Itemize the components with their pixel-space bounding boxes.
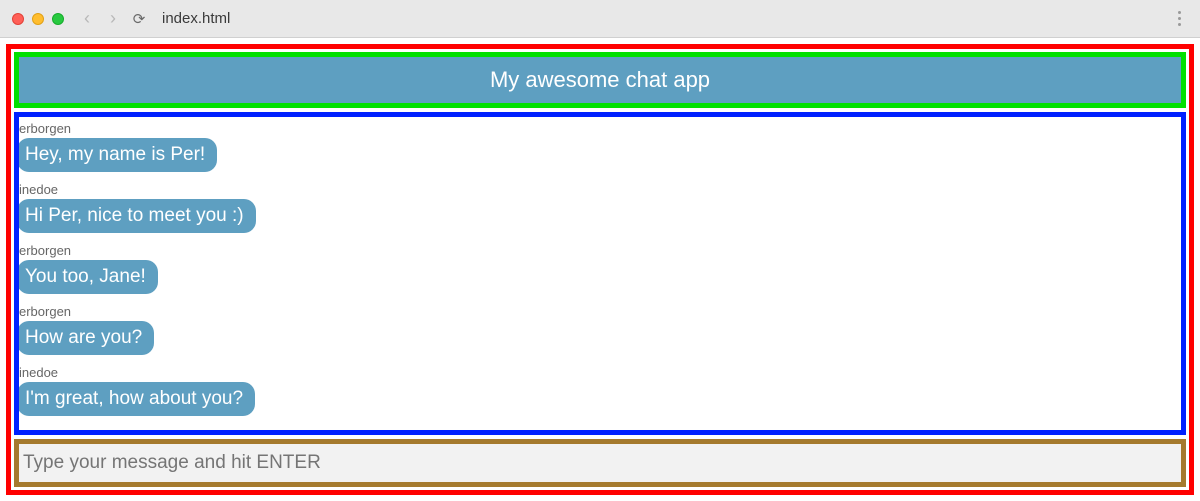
menu-icon[interactable]: [1170, 11, 1188, 26]
message-username: inedoe: [19, 182, 1179, 197]
message-bubble: I'm great, how about you?: [17, 382, 255, 416]
url-bar[interactable]: index.html: [156, 10, 1162, 27]
message-item: inedoe Hi Per, nice to meet you :): [15, 182, 1179, 233]
message-bubble: How are you?: [17, 321, 154, 355]
app-title: My awesome chat app: [19, 57, 1181, 103]
messages-list: erborgen Hey, my name is Per! inedoe Hi …: [14, 112, 1186, 435]
app-container: My awesome chat app erborgen Hey, my nam…: [6, 44, 1194, 495]
message-item: inedoe I'm great, how about you?: [15, 365, 1179, 416]
message-bubble: Hey, my name is Per!: [17, 138, 217, 172]
message-input[interactable]: [19, 444, 1181, 482]
maximize-icon[interactable]: [52, 13, 64, 25]
message-username: inedoe: [19, 365, 1179, 380]
close-icon[interactable]: [12, 13, 24, 25]
message-username: erborgen: [19, 121, 1179, 136]
browser-toolbar: ‹ › ⟳ index.html: [0, 0, 1200, 38]
minimize-icon[interactable]: [32, 13, 44, 25]
window-controls: [12, 13, 64, 25]
message-username: erborgen: [19, 243, 1179, 258]
reload-icon[interactable]: ⟳: [130, 10, 148, 28]
back-icon[interactable]: ‹: [78, 8, 96, 29]
forward-icon[interactable]: ›: [104, 8, 122, 29]
message-username: erborgen: [19, 304, 1179, 319]
message-bubble: Hi Per, nice to meet you :): [17, 199, 256, 233]
message-item: erborgen You too, Jane!: [15, 243, 1179, 294]
input-container: [14, 439, 1186, 487]
header-container: My awesome chat app: [14, 52, 1186, 108]
message-item: erborgen How are you?: [15, 304, 1179, 355]
message-item: erborgen Hey, my name is Per!: [15, 121, 1179, 172]
message-bubble: You too, Jane!: [17, 260, 158, 294]
